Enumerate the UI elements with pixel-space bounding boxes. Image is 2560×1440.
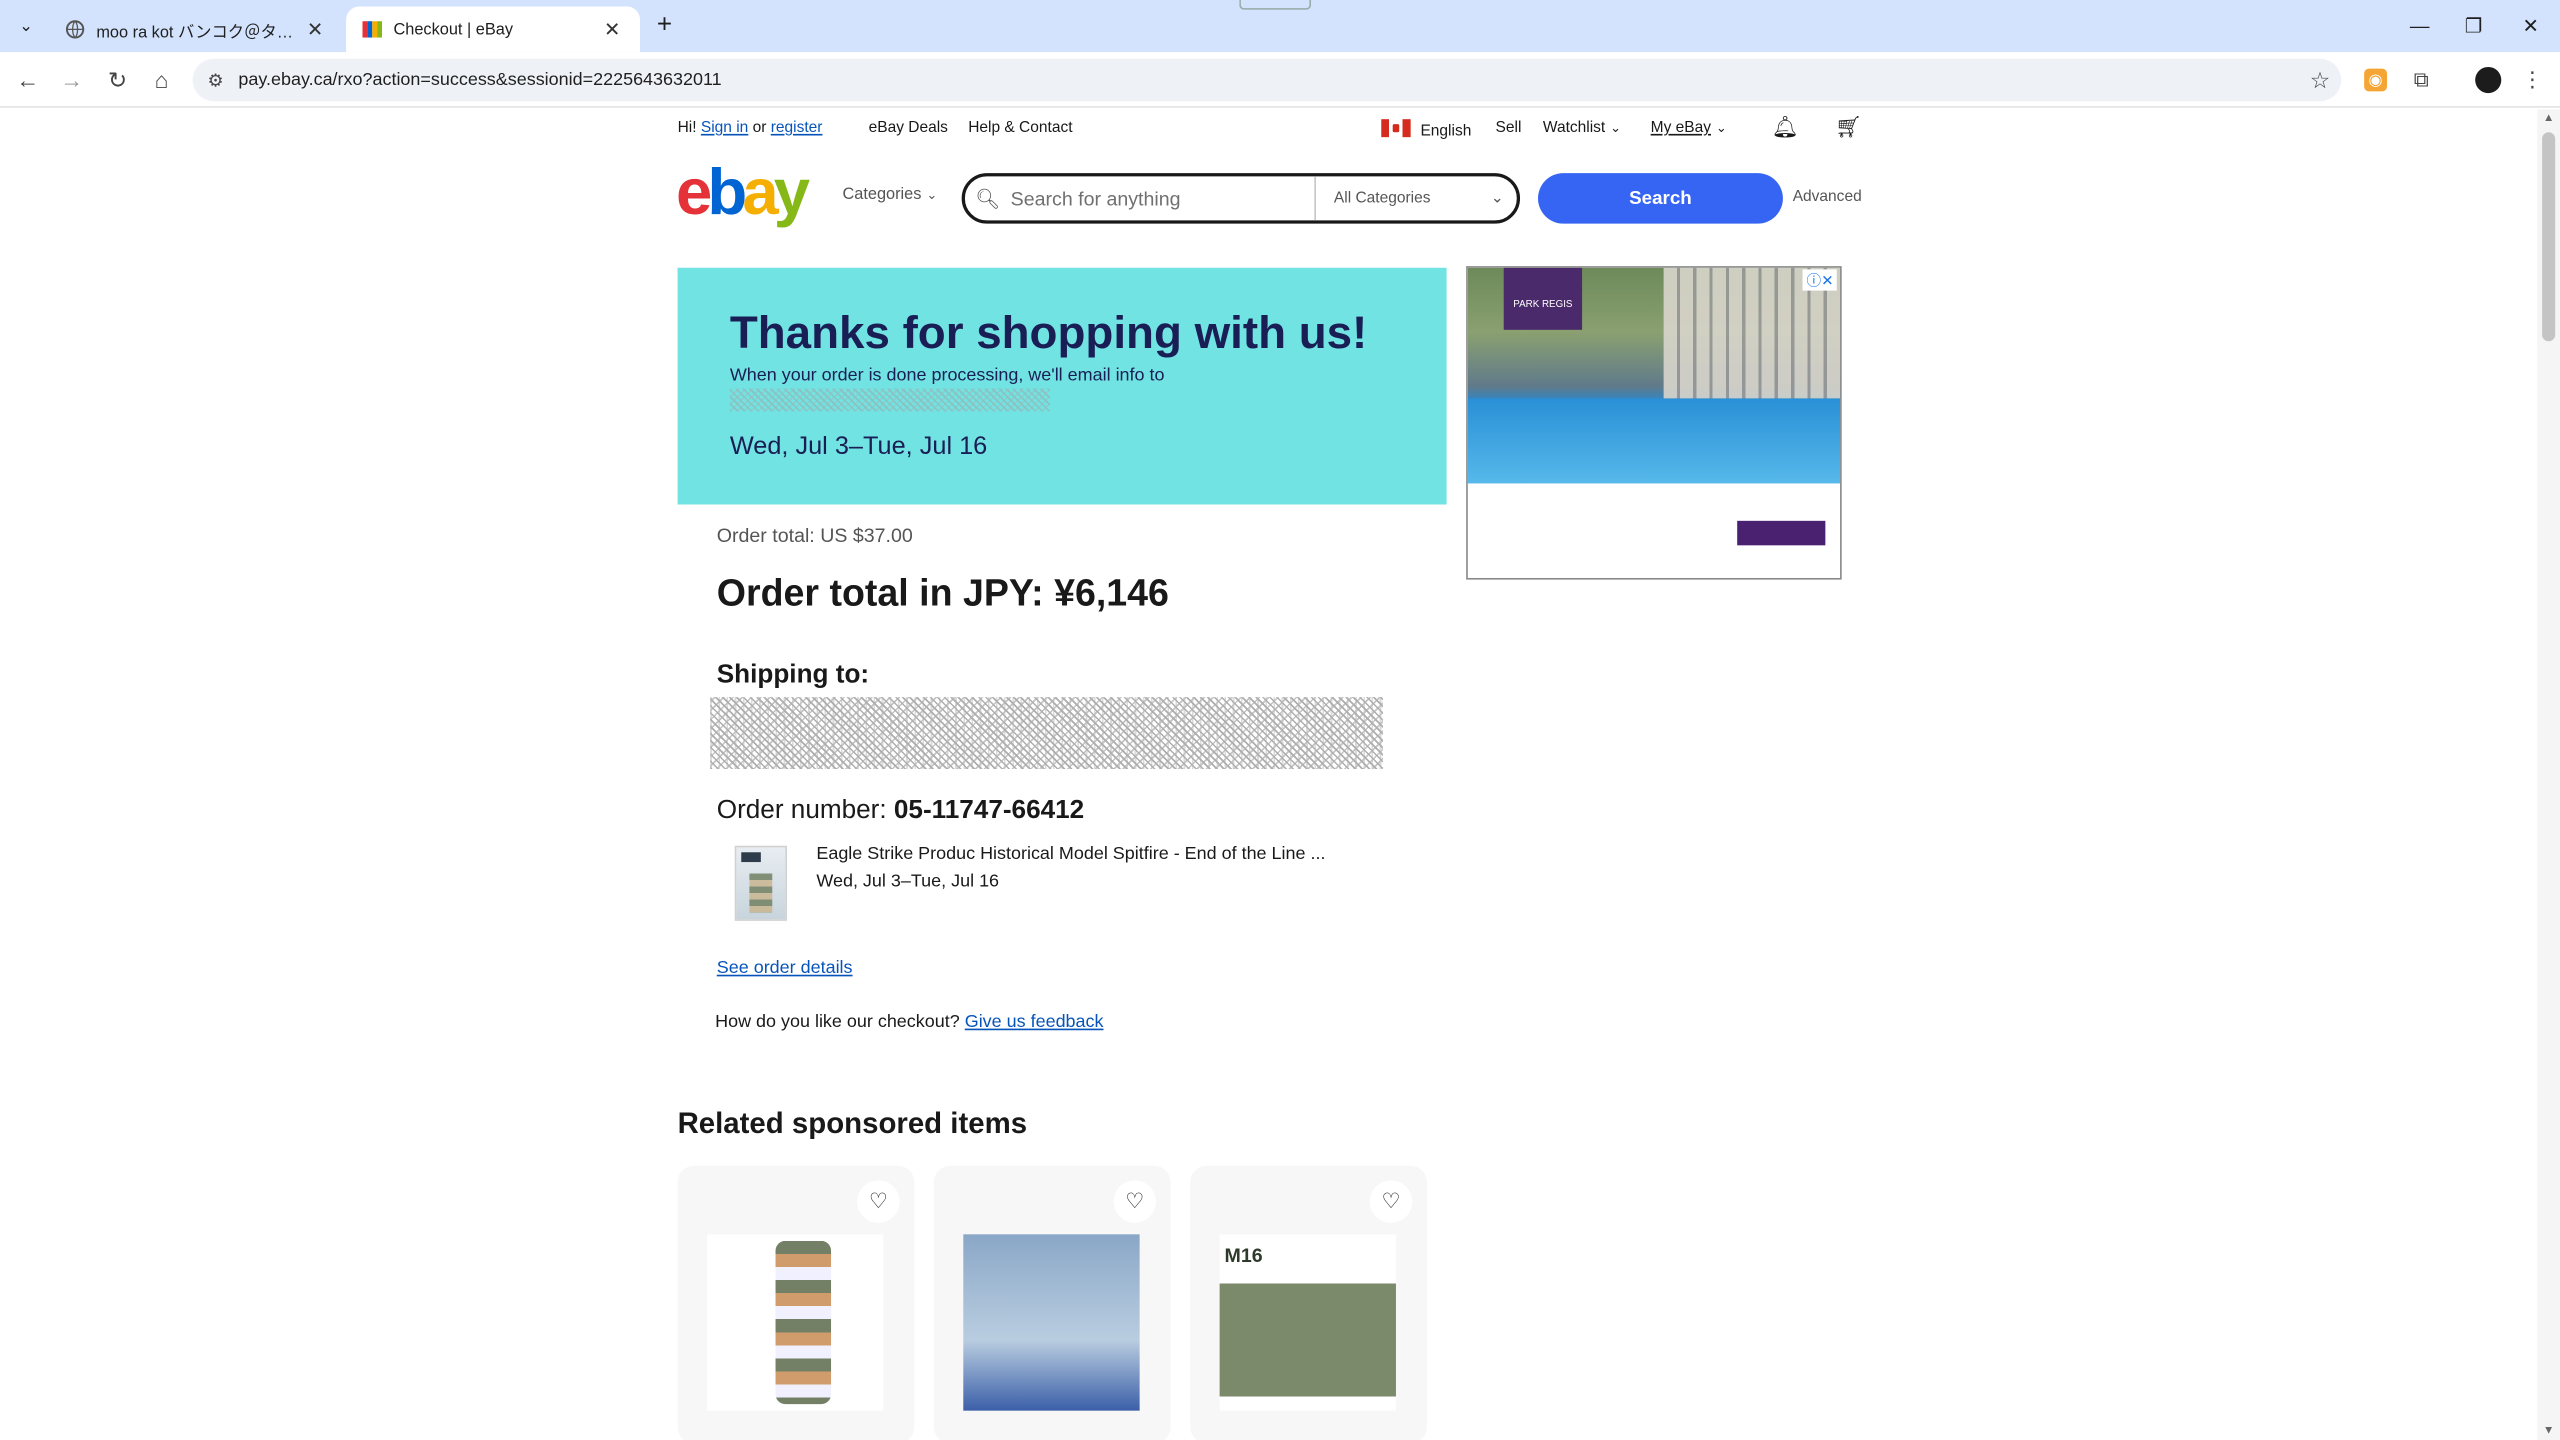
order-number-value: 05-11747-66412 [893, 796, 1085, 825]
order-total-jpy: Order total in JPY: ¥6,146 [716, 571, 1169, 614]
item-image[interactable] [1219, 1234, 1396, 1411]
related-item-card[interactable]: ♡ [933, 1165, 1171, 1440]
myebay-menu[interactable]: My eBay ⌄ [1651, 119, 1727, 137]
search-button[interactable]: Search [1538, 173, 1783, 224]
notification-bell-icon[interactable]: 🔔︎ [1771, 114, 1798, 140]
browser-menu-icon[interactable]: ⋮ [2518, 65, 2547, 94]
canada-flag-icon [1381, 119, 1411, 138]
home-icon[interactable]: ⌂ [144, 62, 180, 98]
delivery-dates: Wed, Jul 3–Tue, Jul 16 [729, 432, 988, 461]
scroll-up-icon[interactable]: ▲ [2540, 113, 2556, 124]
site-info-icon[interactable]: ⚙ [193, 69, 239, 91]
myebay-label: My eBay [1650, 119, 1712, 138]
sell-link[interactable]: Sell [1496, 119, 1522, 137]
search-icon: 🔍︎ [975, 186, 1001, 210]
ebay-top-nav: Hi! Sign in or register eBay Deals Help … [678, 114, 1863, 143]
new-tab-icon[interactable]: + [650, 11, 679, 40]
redacted-email [729, 388, 1050, 412]
related-items-heading: Related sponsored items [677, 1106, 1028, 1140]
categories-menu[interactable]: Categories ⌄ [842, 186, 937, 204]
chevron-down-icon: ⌄ [1490, 189, 1504, 208]
order-number: Order number: 05-11747-66412 [717, 797, 1084, 826]
close-tab-icon[interactable]: ✕ [601, 18, 624, 41]
scrollbar-thumb[interactable] [2542, 132, 2556, 342]
confirmation-banner: Thanks for shopping with us! When your o… [677, 267, 1447, 505]
help-contact-link[interactable]: Help & Contact [968, 119, 1072, 137]
related-item-card[interactable]: ♡ [1190, 1165, 1427, 1440]
chevron-down-icon: ⌄ [1610, 120, 1622, 136]
item-image[interactable] [963, 1234, 1140, 1411]
redacted-address [710, 697, 1383, 770]
tab-strip: ⌄ moo ra kot バンコク＠タイ在住／ ✕ Checkout | eBa… [0, 0, 2560, 53]
or-text: or [752, 119, 767, 138]
ebay-deals-link[interactable]: eBay Deals [869, 119, 948, 137]
order-total-usd: Order total: US $37.00 [716, 524, 913, 547]
category-select-label: All Categories [1333, 189, 1431, 208]
extensions-icon[interactable]: ⧉ [2407, 65, 2436, 94]
bookmark-star-icon[interactable]: ☆ [2299, 66, 2341, 94]
register-link[interactable]: register [771, 119, 823, 137]
give-feedback-link[interactable]: Give us feedback [965, 1012, 1104, 1032]
category-select[interactable]: All Categories ⌄ [1314, 176, 1516, 221]
categories-label: Categories [842, 186, 922, 205]
ad-brand-logo: PARK REGIS [1503, 267, 1583, 330]
ebay-favicon-icon [362, 21, 383, 38]
address-bar[interactable]: ⚙ pay.ebay.ca/rxo?action=success&session… [192, 58, 2342, 102]
profile-avatar-icon[interactable] [2475, 66, 2502, 94]
scroll-down-icon[interactable]: ▼ [2540, 1425, 2556, 1436]
browser-toolbar: ← → ↻ ⌂ ⚙ pay.ebay.ca/rxo?action=success… [0, 52, 2560, 108]
greeting-hi: Hi! [677, 119, 697, 138]
ad-close-icon[interactable]: ⓘ✕ [1803, 269, 1837, 291]
close-window-icon[interactable]: ✕ [2501, 0, 2560, 52]
back-icon[interactable]: ← [10, 62, 46, 98]
ebay-logo[interactable]: ebay [676, 160, 810, 225]
order-number-label: Order number: [716, 796, 887, 825]
search-input[interactable]: Search for anything [1011, 187, 1315, 210]
rss-extension-icon[interactable]: ◉ [2364, 68, 2388, 92]
chevron-down-icon: ⌄ [1715, 120, 1727, 136]
tab-checkout-ebay[interactable]: Checkout | eBay ✕ [346, 6, 641, 53]
advanced-search-link[interactable]: Advanced [1793, 188, 1862, 206]
tab-moo-ra-kot[interactable]: moo ra kot バンコク＠タイ在住／ ✕ [49, 7, 343, 53]
minimize-icon[interactable]: — [2390, 0, 2449, 52]
tab-title: Checkout | eBay [393, 20, 513, 39]
close-tab-icon[interactable]: ✕ [304, 18, 327, 41]
forward-icon[interactable]: → [54, 62, 90, 98]
item-delivery-dates: Wed, Jul 3–Tue, Jul 16 [816, 871, 1000, 892]
advertisement[interactable]: PARK REGIS ⓘ✕ [1466, 266, 1842, 580]
page-scrollbar[interactable]: ▲ ▼ [2537, 109, 2560, 1440]
watch-heart-icon[interactable]: ♡ [857, 1180, 900, 1223]
greeting: Hi! Sign in or register [678, 119, 823, 137]
item-thumbnail[interactable] [734, 845, 787, 921]
feedback-question: How do you like our checkout? [715, 1012, 960, 1032]
cart-icon[interactable]: 🛒︎ [1835, 114, 1862, 140]
feedback-prompt: How do you like our checkout? Give us fe… [715, 1012, 1103, 1032]
chevron-down-icon: ⌄ [926, 187, 938, 203]
window-drag-handle[interactable] [1239, 0, 1312, 10]
email-info-text: When your order is done processing, we'l… [729, 365, 1165, 386]
restore-icon[interactable]: ❐ [2444, 0, 2503, 52]
watch-heart-icon[interactable]: ♡ [1369, 1180, 1413, 1223]
item-image[interactable] [706, 1234, 884, 1411]
thanks-heading: Thanks for shopping with us! [729, 306, 1368, 358]
tab-search-icon[interactable]: ⌄ [10, 10, 43, 43]
sign-in-link[interactable]: Sign in [701, 119, 748, 137]
url-text[interactable]: pay.ebay.ca/rxo?action=success&sessionid… [238, 70, 2298, 90]
tab-title: moo ra kot バンコク＠タイ在住／ [96, 23, 303, 42]
language-label: English [1420, 122, 1472, 141]
watch-heart-icon[interactable]: ♡ [1113, 1180, 1156, 1223]
ad-cta-button[interactable] [1737, 520, 1826, 546]
related-item-card[interactable]: ♡ [677, 1165, 915, 1440]
search-bar: 🔍︎ Search for anything All Categories ⌄ [961, 173, 1521, 224]
watchlist-menu[interactable]: Watchlist ⌄ [1543, 119, 1621, 137]
globe-icon [65, 20, 85, 39]
watchlist-label: Watchlist [1542, 119, 1606, 138]
reload-icon[interactable]: ↻ [100, 62, 136, 98]
language-selector[interactable]: English [1381, 119, 1471, 140]
shipping-to-label: Shipping to: [716, 661, 870, 689]
see-order-details-link[interactable]: See order details [717, 958, 853, 978]
item-title[interactable]: Eagle Strike Produc Historical Model Spi… [816, 844, 1325, 864]
